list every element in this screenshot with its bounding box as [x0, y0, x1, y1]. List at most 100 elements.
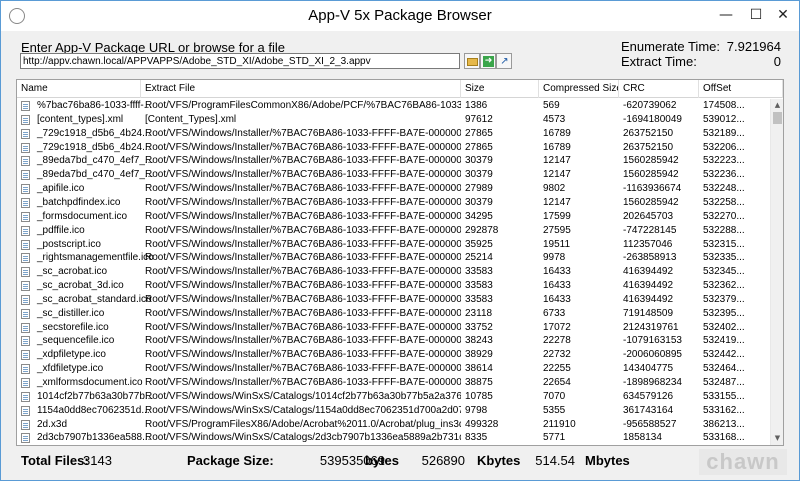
cell-extract-file: Root/VFS/Windows/Installer/%7BAC76BA86-1… [145, 127, 461, 139]
column-header-size[interactable]: Size [461, 80, 539, 98]
cell-name: _rightsmanagementfile.ico [37, 252, 154, 264]
cell-extract-file: Root/VFS/Windows/Installer/%7BAC76BA86-1… [145, 183, 461, 195]
package-url-input[interactable] [20, 53, 460, 69]
folder-icon [467, 58, 478, 66]
cell-size: 8335 [465, 432, 488, 444]
cell-extract-file: Root/VFS/Windows/Installer/%7BAC76BA86-1… [145, 280, 461, 292]
cell-size: 30379 [465, 196, 493, 208]
cell-extract-file: Root/VFS/Windows/Installer/%7BAC76BA86-1… [145, 363, 461, 375]
cell-offset: 539012... [703, 113, 745, 125]
cell-crc: 416394492 [623, 280, 674, 292]
cell-extract-file: Root/VFS/Windows/Installer/%7BAC76BA86-1… [145, 377, 461, 388]
table-row[interactable]: _rightsmanagementfile.ico Root/VFS/Window… [17, 251, 769, 265]
file-icon [21, 267, 30, 278]
cell-offset: 532189... [703, 127, 745, 139]
table-row[interactable]: _pdffile.ico Root/VFS/Windows/Installer/%… [17, 224, 769, 238]
scroll-up-arrow-icon[interactable]: ▲ [771, 99, 783, 112]
table-row[interactable]: _729c1918_d5b6_4b24... Root/VFS/Windows/I… [17, 127, 769, 141]
scroll-down-arrow-icon[interactable]: ▼ [771, 432, 783, 445]
column-header-extract-file[interactable]: Extract File [141, 80, 461, 98]
table-row[interactable]: _xfdfiletype.ico Root/VFS/Windows/Install… [17, 362, 769, 376]
file-list-grid[interactable]: Name Extract File Size Compressed Size C… [16, 79, 784, 446]
cell-size: 213640 [461, 445, 539, 446]
cell-offset: 532419... [703, 335, 745, 347]
cell-offset: 532315... [703, 238, 745, 250]
file-icon [21, 114, 30, 125]
cell-size: 23118 [465, 307, 493, 319]
column-header-name[interactable]: Name [17, 80, 141, 98]
cell-offset: 532442... [703, 349, 745, 361]
table-row[interactable]: _postscript.ico Root/VFS/Windows/Installe… [17, 238, 769, 252]
cell-compressed-size: 211910 [543, 418, 576, 430]
column-header-offset[interactable]: OffSet [699, 80, 783, 98]
table-row[interactable]: _xdpfiletype.ico Root/VFS/Windows/Install… [17, 348, 769, 362]
cell-name: 3difr.x3d [31, 445, 155, 446]
table-row[interactable]: _secstorefile.ico Root/VFS/Windows/Instal… [17, 321, 769, 335]
column-header-compressed-size[interactable]: Compressed Size [539, 80, 619, 98]
table-row[interactable]: _729c1918_d5b6_4b24... Root/VFS/Windows/I… [17, 141, 769, 155]
cell-name: _apifile.ico [37, 183, 85, 195]
table-row[interactable]: _sc_acrobat.ico Root/VFS/Windows/Installe… [17, 265, 769, 279]
table-row[interactable]: _89eda7bd_c470_4ef7_... Root/VFS/Windows/… [17, 154, 769, 168]
table-row[interactable]: 2d3cb7907b1336ea588... Root/VFS/Windows/W… [17, 431, 769, 445]
table-row[interactable]: _sc_acrobat_standard.ico Root/VFS/Windows… [17, 293, 769, 307]
cell-compressed-size: 12147 [543, 155, 571, 167]
table-row[interactable]: _sc_acrobat_3d.ico Root/VFS/Windows/Insta… [17, 279, 769, 293]
table-row[interactable]: [content_types].xml [Content_Types].xml 97… [17, 113, 769, 127]
file-icon [21, 322, 30, 333]
title-bar: App-V 5x Package Browser — ☐ ✕ [1, 1, 799, 31]
cell-size: 10785 [465, 390, 493, 402]
cell-offset: 532362... [703, 280, 745, 292]
cell-crc: 634579126 [623, 390, 674, 402]
cell-name: _729c1918_d5b6_4b24... [37, 141, 151, 153]
grid-header: Name Extract File Size Compressed Size C… [17, 80, 783, 98]
scroll-thumb[interactable] [773, 112, 782, 124]
cell-size: 35925 [465, 238, 493, 250]
cell-name: 2d.x3d [37, 418, 68, 430]
vertical-scrollbar[interactable]: ▲ ▼ [770, 99, 783, 445]
cell-extract-file: Root/VFS/Windows/Installer/%7BAC76BA86-1… [145, 169, 461, 181]
table-row[interactable]: _batchpdfindex.ico Root/VFS/Windows/Insta… [17, 196, 769, 210]
cell-offset: 532270... [703, 210, 745, 222]
cell-crc: -263858913 [623, 252, 677, 264]
table-row[interactable]: _xmlformsdocument.ico Root/VFS/Windows/In… [17, 376, 769, 390]
cell-offset: 533155... [703, 390, 745, 402]
file-icon [21, 253, 30, 264]
file-icon [21, 350, 30, 361]
file-icon [21, 170, 30, 181]
table-row[interactable]: 1154a0dd8ec7062351d... Root/VFS/Windows/W… [17, 404, 769, 418]
table-row[interactable]: 1014cf2b77b63a30b77b... Root/VFS/Windows/… [17, 390, 769, 404]
cell-name: _sc_acrobat_3d.ico [37, 280, 124, 292]
cell-compressed-size: 17599 [543, 210, 571, 222]
table-row[interactable]: 2d.x3d Root/VFS/ProgramFilesX86/Adobe/Acr… [17, 418, 769, 432]
file-icon [21, 184, 30, 195]
file-icon [21, 142, 30, 153]
close-button[interactable]: ✕ [767, 1, 799, 31]
file-icon [21, 391, 30, 402]
cell-size: 30379 [465, 155, 493, 167]
column-header-crc[interactable]: CRC [619, 80, 699, 98]
table-row[interactable]: _sequencefile.ico Root/VFS/Windows/Instal… [17, 334, 769, 348]
table-row[interactable]: 3difr.x3dRoot/VFS/ProgramFilesX86/Adobe/… [17, 445, 769, 446]
minimize-button[interactable]: — [711, 1, 741, 31]
file-icon [21, 378, 30, 388]
enumerate-time-value: 7.921964 [726, 39, 781, 54]
cell-size: 38929 [465, 349, 493, 361]
table-row[interactable]: _formsdocument.ico Root/VFS/Windows/Insta… [17, 210, 769, 224]
table-row[interactable]: _89eda7bd_c470_4ef7_... Root/VFS/Windows/… [17, 168, 769, 182]
cell-name: _postscript.ico [37, 238, 101, 250]
table-row[interactable]: %7bac76ba86-1033-ffff-... Root/VFS/Progra… [17, 99, 769, 113]
cell-crc: 1560285942 [623, 196, 679, 208]
file-icon [21, 156, 30, 167]
chawn-logo: chawn [699, 449, 787, 475]
browse-button[interactable] [464, 53, 480, 69]
table-row[interactable]: _sc_distiller.ico Root/VFS/Windows/Instal… [17, 307, 769, 321]
cell-extract-file: Root/VFS/Windows/Installer/%7BAC76BA86-1… [145, 141, 461, 153]
go-button[interactable]: ➜ [480, 53, 496, 69]
extract-button[interactable]: ↗ [496, 53, 512, 69]
cell-extract-file: Root/VFS/Windows/Installer/%7BAC76BA86-1… [145, 238, 461, 250]
table-row[interactable]: _apifile.ico Root/VFS/Windows/Installer/%… [17, 182, 769, 196]
cell-extract-file: Root/VFS/Windows/Installer/%7BAC76BA86-1… [145, 349, 461, 361]
cell-name: [content_types].xml [37, 113, 124, 125]
cell-name: _xfdfiletype.ico [37, 363, 104, 375]
